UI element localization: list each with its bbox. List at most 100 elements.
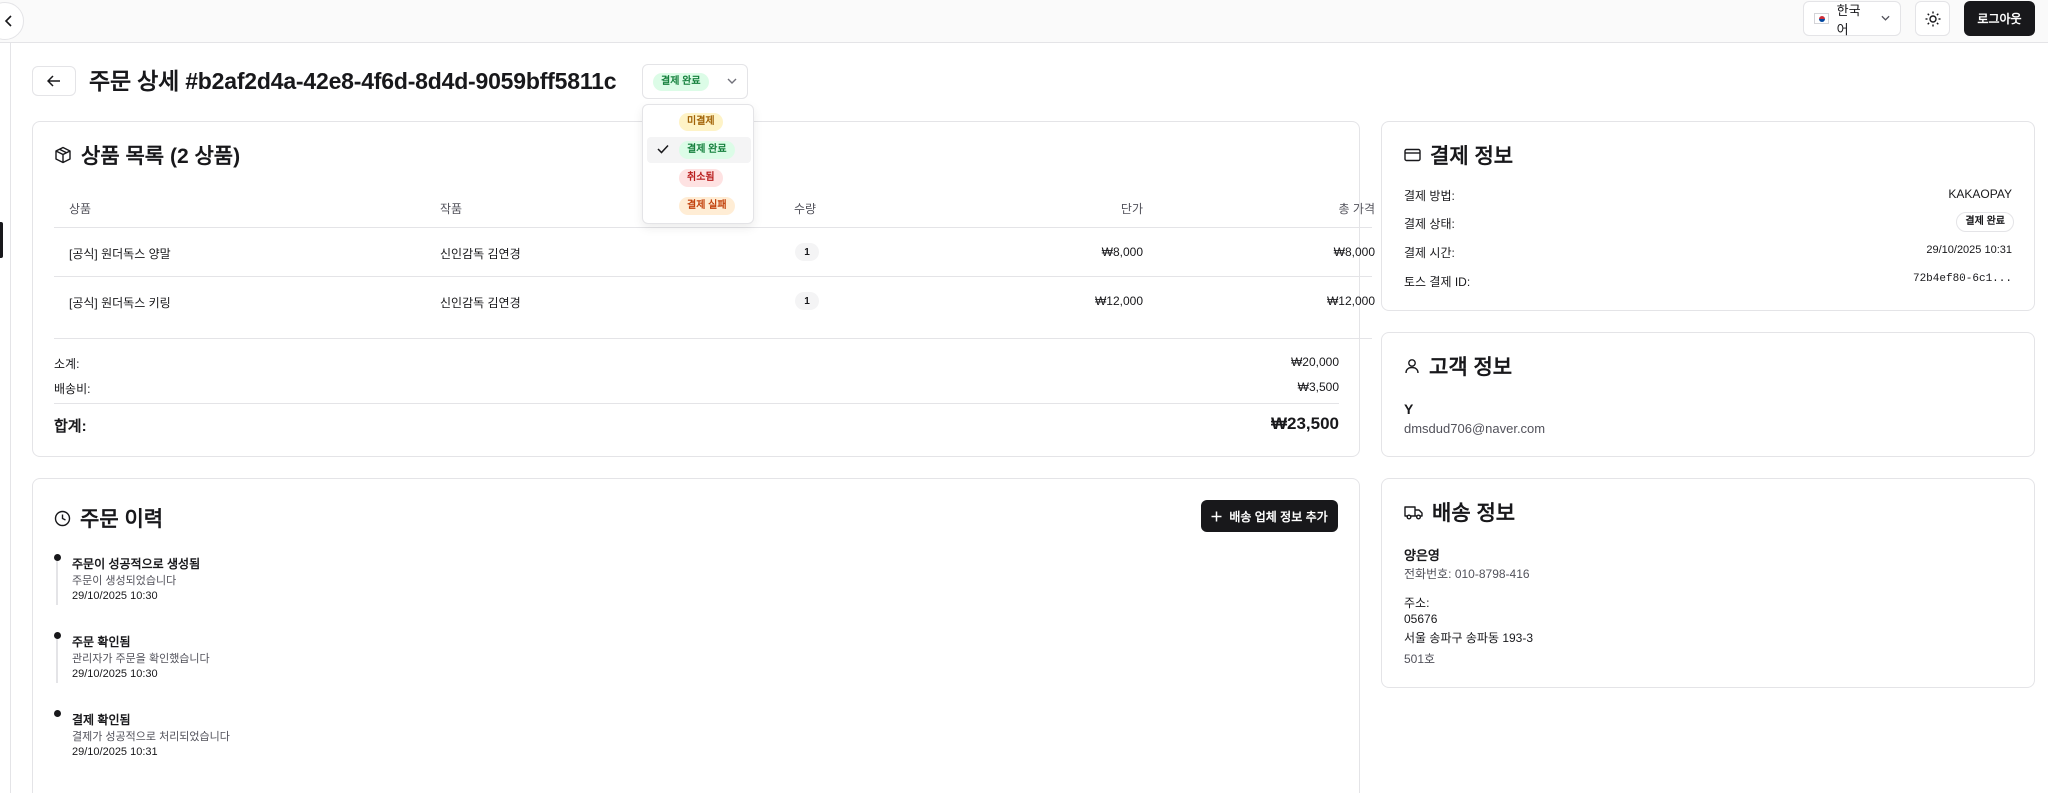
table-divider bbox=[54, 276, 1372, 277]
postal-code: 05676 bbox=[1404, 612, 1438, 626]
customer-title-text: 고객 정보 bbox=[1429, 356, 1513, 379]
event-description: 관리자가 주문을 확인했습니다 bbox=[72, 653, 210, 665]
payment-time-label: 결제 시간: bbox=[1404, 246, 1455, 260]
row-total: ₩12,000 bbox=[1326, 294, 1375, 308]
payment-method-label: 결제 방법: bbox=[1404, 189, 1455, 203]
credit-card-icon bbox=[1404, 148, 1421, 162]
event-title: 주문이 성공적으로 생성됨 bbox=[72, 557, 201, 571]
timeline-dot bbox=[54, 554, 61, 561]
status-option-paid[interactable]: 결제 완료 bbox=[647, 137, 751, 163]
recipient-phone: 전화번호: 010-8798-416 bbox=[1404, 567, 1530, 581]
status-dropdown-menu: 미결제 결제 완료 취소됨 결제 실패 bbox=[642, 104, 754, 224]
plus-icon bbox=[1211, 511, 1222, 521]
quantity-badge: 1 bbox=[795, 243, 819, 261]
subtotal-label: 소계: bbox=[54, 357, 80, 371]
status-badge: 결제 완료 bbox=[653, 72, 709, 91]
payment-time-value: 29/10/2025 10:31 bbox=[1926, 244, 2012, 256]
product-name: [공식] 원더독스 양말 bbox=[69, 247, 171, 261]
payment-status-badge: 결제 완료 bbox=[1956, 212, 2014, 232]
address-line1: 서울 송파구 송파동 193-3 bbox=[1404, 631, 1534, 645]
address-label: 주소: bbox=[1404, 596, 1430, 610]
total-label: 합계: bbox=[54, 418, 87, 435]
payment-title-text: 결제 정보 bbox=[1430, 145, 1514, 168]
payment-status-label: 결제 상태: bbox=[1404, 217, 1455, 231]
status-option-label: 결제 실패 bbox=[679, 197, 735, 215]
quantity-badge: 1 bbox=[795, 292, 819, 310]
toss-id-label: 토스 결제 ID: bbox=[1404, 275, 1471, 289]
table-divider bbox=[54, 227, 1372, 228]
history-card-title: 주문 이력 bbox=[54, 503, 163, 533]
products-card-title: 상품 목록 (2 상품) bbox=[54, 140, 240, 170]
timeline-line bbox=[56, 639, 58, 683]
unit-price: ₩12,000 bbox=[1094, 294, 1143, 308]
user-icon bbox=[1405, 359, 1419, 374]
clock-icon bbox=[54, 510, 71, 526]
chevron-down-icon bbox=[1881, 15, 1890, 21]
arrow-left-icon bbox=[47, 75, 60, 87]
event-time: 29/10/2025 10:30 bbox=[72, 590, 158, 602]
timeline-dot bbox=[54, 710, 61, 717]
status-option-cancelled[interactable]: 취소됨 bbox=[647, 165, 751, 191]
row-total: ₩8,000 bbox=[1333, 245, 1375, 259]
korea-flag-icon bbox=[1814, 13, 1829, 24]
language-select[interactable]: 한국어 bbox=[1803, 1, 1901, 37]
event-title: 주문 확인됨 bbox=[72, 635, 131, 649]
status-option-unpaid[interactable]: 미결제 bbox=[647, 109, 751, 135]
add-shipping-label: 배송 업체 정보 추가 bbox=[1229, 509, 1328, 524]
chevron-left-icon bbox=[4, 15, 12, 27]
products-title-text: 상품 목록 (2 상품) bbox=[81, 145, 241, 168]
customer-card-title: 고객 정보 bbox=[1404, 351, 1512, 381]
top-bar: 한국어 로그아웃 bbox=[0, 0, 2048, 43]
payment-card-title: 결제 정보 bbox=[1404, 140, 1513, 170]
status-option-label: 미결제 bbox=[679, 113, 723, 131]
product-work: 신인감독 김연경 bbox=[440, 247, 521, 261]
event-time: 29/10/2025 10:31 bbox=[72, 746, 158, 758]
payment-status-badge-wrap: 결제 완료 bbox=[1956, 211, 2014, 232]
product-work: 신인감독 김연경 bbox=[440, 296, 521, 310]
customer-card: 고객 정보 Y dmsdud706@naver.com bbox=[1381, 332, 2035, 457]
shipping-fee-value: ₩3,500 bbox=[1297, 380, 1339, 394]
column-header-unit-price: 단가 bbox=[1120, 202, 1143, 216]
unit-price: ₩8,000 bbox=[1101, 245, 1143, 259]
summary-divider bbox=[54, 338, 1372, 339]
summary-divider bbox=[54, 403, 1339, 404]
shipping-card-title: 배송 정보 bbox=[1404, 497, 1515, 527]
sidebar-collapse-button[interactable] bbox=[0, 2, 24, 40]
chevron-down-icon bbox=[727, 78, 737, 84]
column-header-qty: 수량 bbox=[794, 202, 817, 216]
logout-button[interactable]: 로그아웃 bbox=[1964, 1, 2035, 36]
column-header-product: 상품 bbox=[69, 202, 92, 216]
shipping-title-text: 배송 정보 bbox=[1432, 502, 1516, 525]
status-option-label: 결제 완료 bbox=[679, 141, 735, 159]
toss-id-value: 72b4ef80-6c1... bbox=[1912, 273, 2012, 285]
customer-email: dmsdud706@naver.com bbox=[1404, 421, 1546, 436]
package-icon bbox=[55, 146, 71, 164]
language-label: 한국어 bbox=[1836, 2, 1861, 37]
customer-name: Y bbox=[1404, 401, 1414, 417]
status-option-failed[interactable]: 결제 실패 bbox=[647, 193, 751, 219]
status-option-label: 취소됨 bbox=[679, 169, 723, 187]
check-icon bbox=[657, 144, 669, 154]
theme-toggle-button[interactable] bbox=[1915, 1, 1950, 36]
page-title: 주문 상세 #b2af2d4a-42e8-4f6d-8d4d-9059bff58… bbox=[89, 68, 617, 94]
truck-icon bbox=[1404, 505, 1423, 519]
shipping-card: 배송 정보 양은영 전화번호: 010-8798-416 주소: 05676 서… bbox=[1381, 478, 2035, 688]
order-status-select[interactable]: 결제 완료 bbox=[642, 64, 748, 99]
product-name: [공식] 원더독스 키링 bbox=[69, 296, 171, 310]
sidebar-border bbox=[10, 43, 11, 793]
event-title: 결제 확인됨 bbox=[72, 713, 131, 727]
timeline-line bbox=[56, 561, 58, 605]
sidebar-active-marker bbox=[0, 222, 3, 258]
payment-card: 결제 정보 결제 방법: KAKAOPAY 결제 상태: 결제 완료 결제 시간… bbox=[1381, 121, 2035, 311]
sun-icon bbox=[1925, 11, 1940, 26]
add-shipping-carrier-button[interactable]: 배송 업체 정보 추가 bbox=[1201, 500, 1338, 532]
total-value: ₩23,500 bbox=[1270, 414, 1339, 433]
subtotal-value: ₩20,000 bbox=[1290, 355, 1339, 369]
event-description: 결제가 성공적으로 처리되었습니다 bbox=[72, 731, 230, 743]
event-description: 주문이 생성되었습니다 bbox=[72, 575, 177, 587]
column-header-total: 총 가격 bbox=[1338, 202, 1375, 216]
shipping-fee-label: 배송비: bbox=[54, 382, 91, 396]
order-history-card: 주문 이력 주문이 성공적으로 생성됨 주문이 생성되었습니다 29/10/20… bbox=[32, 478, 1360, 793]
history-title-text: 주문 이력 bbox=[80, 508, 164, 531]
back-button[interactable] bbox=[32, 66, 76, 96]
